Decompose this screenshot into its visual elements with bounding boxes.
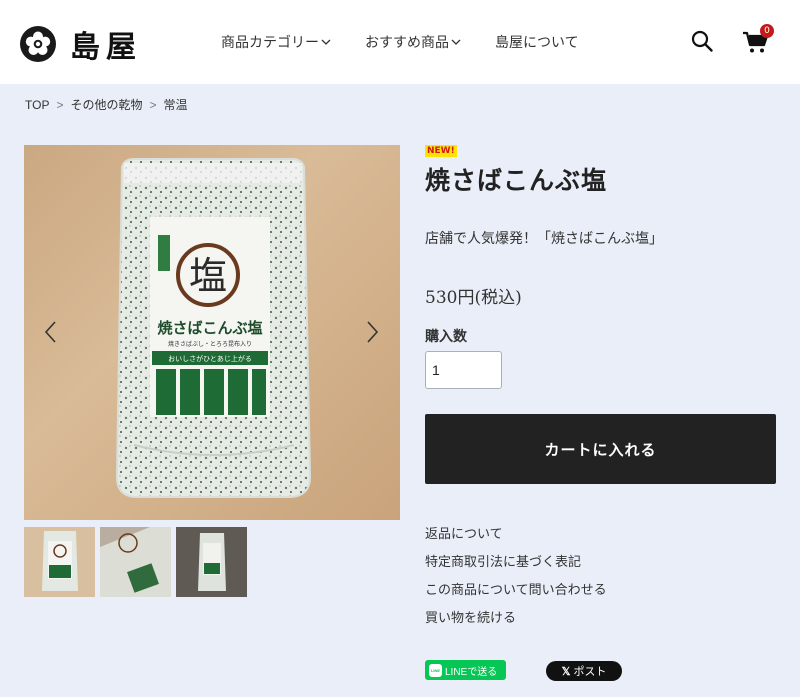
nav-label: おすすめ商品 [365,35,449,51]
link-continue-shopping[interactable]: 買い物を続ける [425,610,607,638]
thumbnail-1[interactable] [24,527,95,597]
breadcrumb: TOP > その他の乾物 > 常温 [25,96,188,113]
nav-label: 商品カテゴリー [221,35,319,51]
chevron-down-icon [321,39,331,45]
package-subtitle: 焼きさばぶし・とろろ昆布入り [168,340,252,348]
nav-item-about[interactable]: 島屋について [495,32,579,52]
package-big-char: 塩 [189,254,227,298]
breadcrumb-item-top[interactable]: TOP [25,98,49,112]
nav-label: 島屋について [495,35,579,51]
line-share-label: LINEで送る [445,666,498,678]
chevron-right-icon: > [149,97,157,112]
nav-item-categories[interactable]: 商品カテゴリー [221,32,331,52]
nav-item-recommended[interactable]: おすすめ商品 [365,32,461,52]
x-post-label: ポスト [573,666,607,678]
thumbnail-3[interactable] [176,527,247,597]
chevron-right-icon: > [56,97,64,112]
product-links: 返品について 特定商取引法に基づく表記 この商品について問い合わせる 買い物を続… [425,526,607,638]
product-main-image[interactable]: 塩 焼さばこんぶ塩 焼きさばぶし・とろろ昆布入り おいしさがひとあじ上がる [24,145,400,520]
line-icon: LINE [429,663,442,677]
product-title: 焼さばこんぶ塩 [425,166,608,195]
thumbnail-2[interactable] [100,527,171,597]
site-header: 島屋 商品カテゴリー おすすめ商品 島屋について 0 [0,0,800,84]
main-nav: 商品カテゴリー おすすめ商品 島屋について [221,32,579,52]
line-share-button[interactable]: LINE LINEで送る [425,660,506,680]
logo-text: 島屋 [70,30,142,65]
site-logo[interactable]: 島屋 [20,22,142,66]
product-catch-copy: 店舗で人気爆発！「焼さばこんぶ塩」 [425,231,663,247]
thumbnail-list [24,527,252,597]
search-icon[interactable] [690,29,714,53]
link-returns[interactable]: 返品について [425,526,607,554]
quantity-input[interactable] [425,351,502,389]
link-legal-notice[interactable]: 特定商取引法に基づく表記 [425,554,607,582]
breadcrumb-item-current[interactable]: 常温 [164,96,188,113]
breadcrumb-item-category[interactable]: その他の乾物 [70,96,142,113]
family-crest-icon [20,26,56,62]
cart-count-badge: 0 [760,24,774,38]
add-to-cart-button[interactable]: カートに入れる [425,414,776,484]
product-price: 530円(税込) [425,288,522,308]
package-tagline: おいしさがひとあじ上がる [168,354,252,363]
x-post-button[interactable]: 𝕏 ポスト [546,661,622,681]
previous-image-arrow-icon[interactable] [43,320,59,344]
link-inquiry[interactable]: この商品について問い合わせる [425,582,607,610]
x-logo-icon: 𝕏 [561,665,571,678]
chevron-down-icon [451,39,461,45]
new-badge: NEW! [425,145,457,157]
package-product-name: 焼さばこんぶ塩 [157,319,262,337]
quantity-label: 購入数 [425,329,467,345]
next-image-arrow-icon[interactable] [364,320,380,344]
